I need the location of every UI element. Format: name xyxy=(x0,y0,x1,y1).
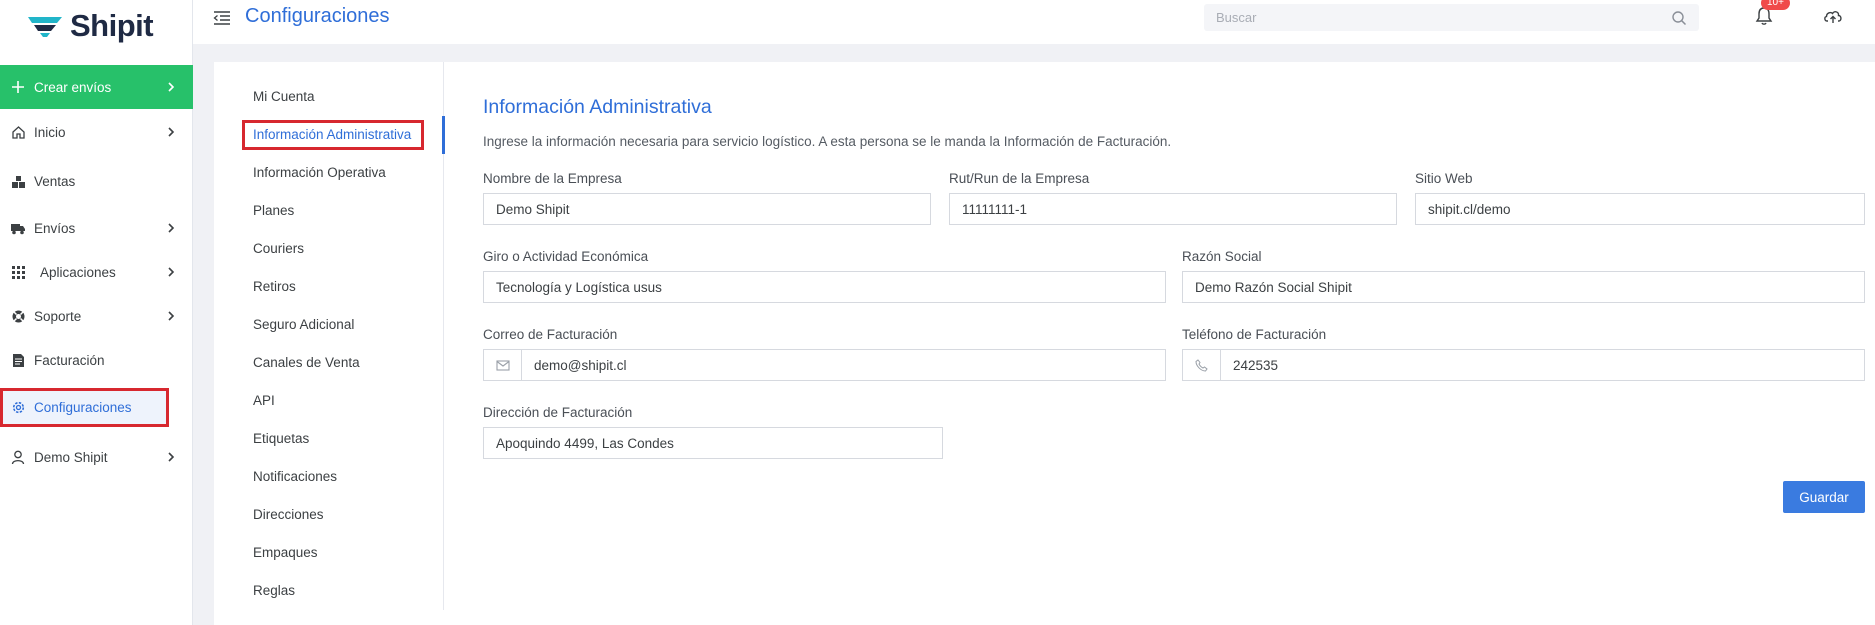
settings-nav-retiros[interactable]: Retiros xyxy=(253,279,296,294)
chevron-right-icon xyxy=(168,223,175,233)
billing-email-field[interactable] xyxy=(521,349,1166,381)
website-label: Sitio Web xyxy=(1415,171,1473,186)
sidebar-item-label: Configuraciones xyxy=(34,399,132,415)
user-icon xyxy=(10,449,26,465)
settings-nav-direcciones[interactable]: Direcciones xyxy=(253,507,324,522)
phone-icon xyxy=(1195,358,1208,372)
chevron-right-icon xyxy=(168,127,175,137)
truck-icon xyxy=(10,220,26,236)
menu-collapse-icon[interactable] xyxy=(213,10,231,26)
chevron-right-icon xyxy=(168,82,175,92)
rut-field[interactable] xyxy=(949,193,1397,225)
settings-nav-canales-de-venta[interactable]: Canales de Venta xyxy=(253,355,360,370)
plus-icon xyxy=(10,79,26,95)
sidebar-item-crear-envios[interactable]: Crear envíos xyxy=(0,65,193,109)
sidebar-item-label: Crear envíos xyxy=(34,79,112,95)
settings-nav-couriers[interactable]: Couriers xyxy=(253,241,304,256)
sidebar-item-label: Inicio xyxy=(34,124,66,140)
settings-nav-seguro-adicional[interactable]: Seguro Adicional xyxy=(253,317,354,332)
sidebar-item-inicio[interactable]: Inicio xyxy=(0,110,193,154)
sidebar-item-label: Envíos xyxy=(34,220,76,236)
email-prefix xyxy=(483,349,521,381)
settings-nav-reglas[interactable]: Reglas xyxy=(253,583,295,598)
website-field[interactable] xyxy=(1415,193,1865,225)
settings-nav-etiquetas[interactable]: Etiquetas xyxy=(253,431,309,446)
invoice-icon xyxy=(10,352,26,368)
chevron-right-icon xyxy=(168,311,175,321)
sidebar-item-configuraciones[interactable]: Configuraciones xyxy=(0,388,166,426)
home-icon xyxy=(10,124,26,140)
content-card: Mi Cuenta Información Administrativa Inf… xyxy=(214,62,1875,625)
top-bar: Configuraciones 10+ xyxy=(193,0,1875,44)
sidebar: Shipit Crear envíos Inicio Ventas Envíos xyxy=(0,0,193,625)
settings-nav-notificaciones[interactable]: Notificaciones xyxy=(253,469,337,484)
billing-address-label: Dirección de Facturación xyxy=(483,405,633,420)
sidebar-item-label: Aplicaciones xyxy=(40,264,116,280)
search-icon[interactable] xyxy=(1671,10,1687,26)
chevron-right-icon xyxy=(168,452,175,462)
company-name-label: Nombre de la Empresa xyxy=(483,171,622,186)
billing-email-label: Correo de Facturación xyxy=(483,327,618,342)
envelope-icon xyxy=(495,359,510,371)
boxes-icon xyxy=(10,173,26,189)
search-input[interactable] xyxy=(1204,4,1664,31)
shipit-logo[interactable]: Shipit xyxy=(26,6,154,46)
sidebar-item-label: Facturación xyxy=(34,352,105,368)
logo-text: Shipit xyxy=(70,8,154,43)
billing-phone-field[interactable] xyxy=(1220,349,1865,381)
activity-field[interactable] xyxy=(483,271,1166,303)
sidebar-item-facturacion[interactable]: Facturación xyxy=(0,338,193,382)
shipit-logo-icon xyxy=(28,17,62,37)
settings-nav-mi-cuenta[interactable]: Mi Cuenta xyxy=(253,89,315,104)
settings-nav-empaques[interactable]: Empaques xyxy=(253,545,318,560)
settings-nav-planes[interactable]: Planes xyxy=(253,203,294,218)
sidebar-item-envios[interactable]: Envíos xyxy=(0,206,193,250)
gear-icon xyxy=(10,399,26,415)
rut-label: Rut/Run de la Empresa xyxy=(949,171,1090,186)
page-title: Configuraciones xyxy=(245,5,390,27)
lifebuoy-icon xyxy=(10,308,26,324)
settings-nav-informacion-administrativa[interactable]: Información Administrativa xyxy=(253,127,411,142)
settings-nav: Mi Cuenta Información Administrativa Inf… xyxy=(214,62,444,610)
form-description: Ingrese la información necesaria para se… xyxy=(483,134,1172,149)
settings-nav-api[interactable]: API xyxy=(253,393,275,408)
settings-nav-informacion-operativa[interactable]: Información Operativa xyxy=(253,165,386,180)
sidebar-item-label: Soporte xyxy=(34,308,82,324)
billing-phone-label: Teléfono de Facturación xyxy=(1182,327,1327,342)
sidebar-item-label: Ventas xyxy=(34,173,76,189)
cloud-upload-icon[interactable] xyxy=(1823,8,1843,24)
sidebar-item-soporte[interactable]: Soporte xyxy=(0,294,193,338)
save-button[interactable]: Guardar xyxy=(1783,481,1865,513)
sidebar-item-label: Demo Shipit xyxy=(34,449,108,465)
search-box xyxy=(1204,4,1699,31)
sidebar-item-user[interactable]: Demo Shipit xyxy=(0,435,193,479)
settings-nav-active-indicator xyxy=(442,116,445,154)
sidebar-item-ventas[interactable]: Ventas xyxy=(0,159,193,203)
company-name-field[interactable] xyxy=(483,193,931,225)
chevron-right-icon xyxy=(168,267,175,277)
activity-label: Giro o Actividad Económica xyxy=(483,249,649,264)
phone-prefix xyxy=(1182,349,1220,381)
business-name-label: Razón Social xyxy=(1182,249,1262,264)
billing-address-field[interactable] xyxy=(483,427,943,459)
grid-icon xyxy=(10,264,26,280)
business-name-field[interactable] xyxy=(1182,271,1865,303)
notification-badge: 10+ xyxy=(1761,0,1790,10)
sidebar-item-aplicaciones[interactable]: Aplicaciones xyxy=(0,250,193,294)
form-title: Información Administrativa xyxy=(483,96,712,118)
